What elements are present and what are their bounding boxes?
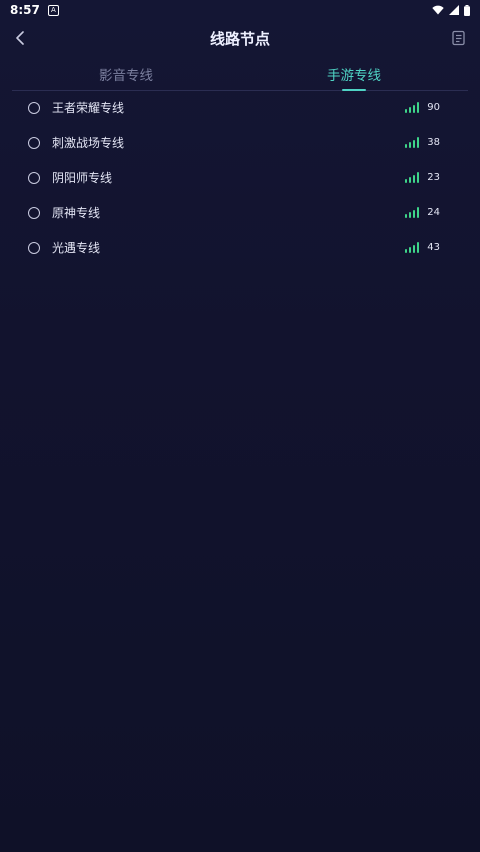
status-time: 8:57 [10,3,40,17]
list-item[interactable]: 光遇专线 43 [0,230,480,265]
list-item[interactable]: 刺激战场专线 38 [0,125,480,160]
node-name: 阴阳师专线 [52,171,113,185]
tab-mobile-games[interactable]: 手游专线 [240,58,468,90]
signal-strength-icon [405,137,420,148]
signal-strength-icon [405,102,420,113]
radio-button[interactable] [28,136,40,149]
radio-button[interactable] [28,241,40,254]
signal-strength-icon [405,207,420,218]
notification-icon: A [47,4,59,16]
node-ping: 90 [427,102,440,113]
node-list: 王者荣耀专线 90 刺激战场专线 38 阴阳师专线 23 原神专线 24 光遇专… [0,90,480,265]
node-name: 原神专线 [52,206,101,220]
tab-media[interactable]: 影音专线 [12,58,240,90]
node-list-menu-button[interactable] [448,27,470,49]
status-icons [432,4,470,16]
node-name: 光遇专线 [52,241,101,255]
radio-button[interactable] [28,171,40,184]
header: 线路节点 [0,20,480,56]
document-list-icon [452,30,465,46]
line-type-tabs: 影音专线 手游专线 [12,58,468,91]
node-ping: 38 [427,137,440,148]
radio-button[interactable] [28,206,40,219]
battery-icon [464,4,470,16]
page-title: 线路节点 [209,29,270,48]
chevron-left-icon [16,31,24,45]
list-item[interactable]: 王者荣耀专线 90 [0,90,480,125]
radio-button[interactable] [28,101,40,114]
list-item[interactable]: 原神专线 24 [0,195,480,230]
signal-strength-icon [405,172,420,183]
list-item[interactable]: 阴阳师专线 23 [0,160,480,195]
wifi-icon [432,5,444,15]
node-name: 王者荣耀专线 [52,101,125,115]
cellular-signal-icon [449,5,459,15]
node-ping: 24 [427,207,440,218]
signal-strength-icon [405,242,420,253]
back-button[interactable] [8,26,32,50]
node-ping: 23 [427,172,440,183]
node-name: 刺激战场专线 [52,136,125,150]
status-bar: 8:57 A [0,0,480,20]
node-ping: 43 [427,242,440,253]
